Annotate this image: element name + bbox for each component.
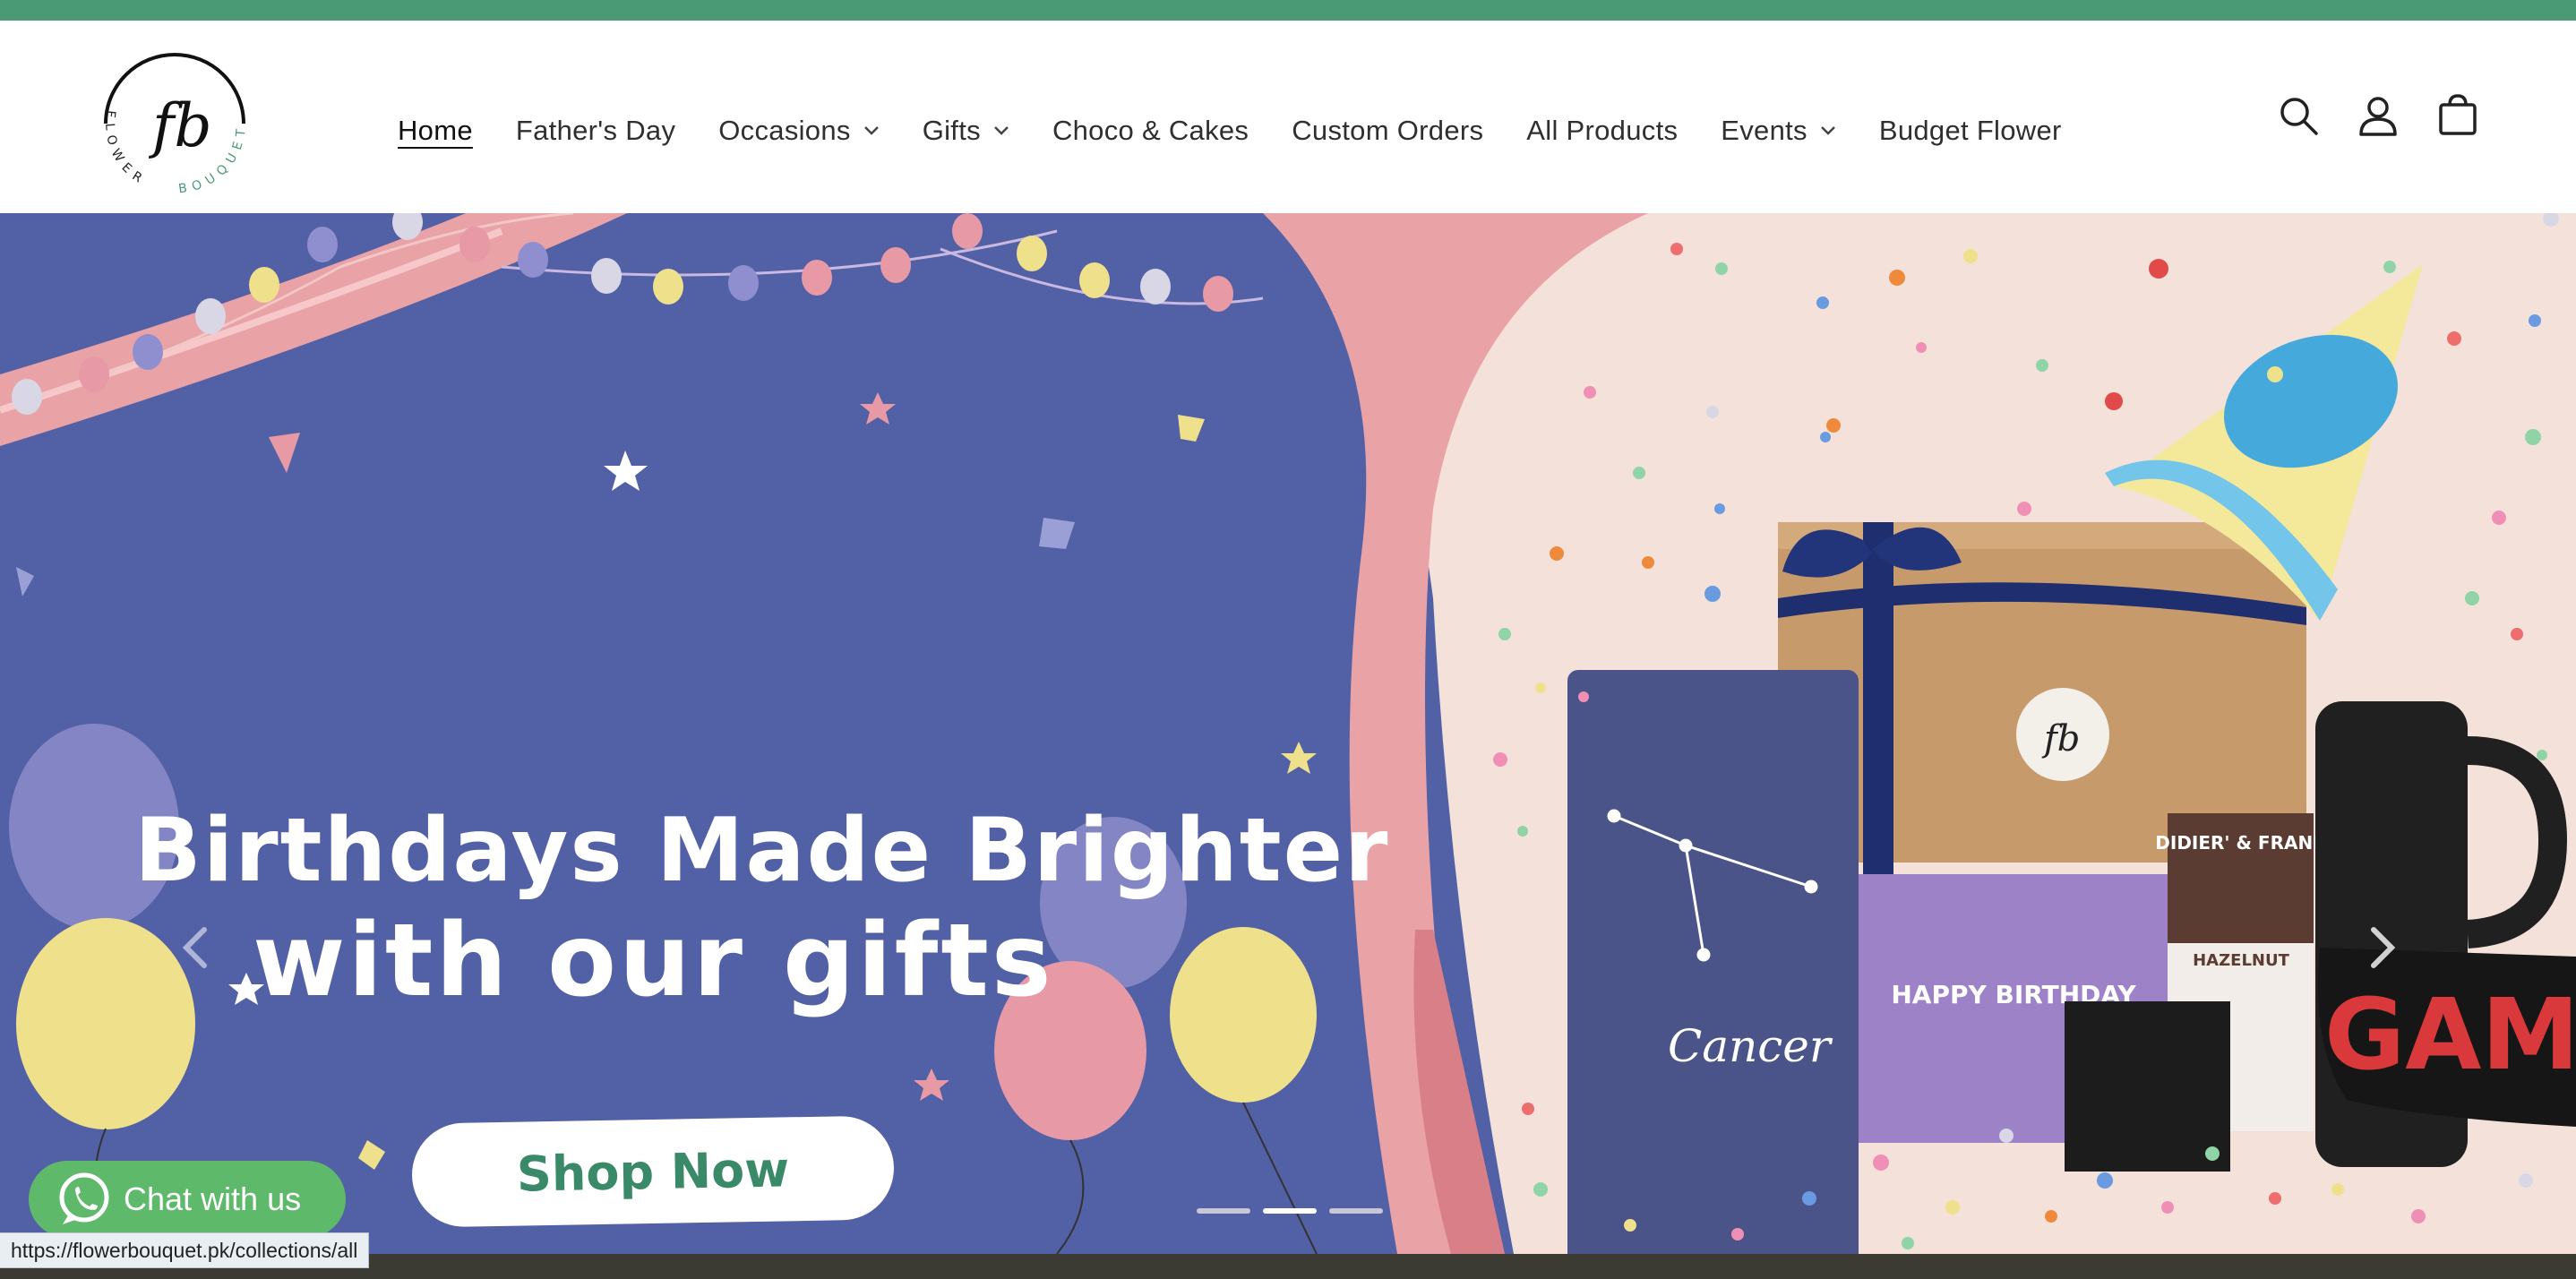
nav-label: Events xyxy=(1721,115,1807,146)
whatsapp-icon xyxy=(59,1172,109,1224)
socks-label: GAME xyxy=(2324,977,2576,1092)
nav-item-occasions[interactable]: Occasions xyxy=(718,115,879,147)
status-bar-url: https://flowerbouquet.pk/collections/all xyxy=(0,1232,370,1268)
search-icon[interactable] xyxy=(2277,94,2320,137)
announcement-bar xyxy=(0,0,2576,21)
choco-flavor: HAZELNUT xyxy=(2193,951,2289,970)
svg-text:FLOWER: FLOWER xyxy=(102,109,150,189)
nav-label: All Products xyxy=(1526,115,1679,146)
chevron-down-icon xyxy=(994,126,1009,135)
nav-label: Occasions xyxy=(718,115,851,146)
shop-now-button[interactable]: Shop Now xyxy=(411,1115,895,1228)
nav-item-budget-flower[interactable]: Budget Flower xyxy=(1879,115,2062,147)
chat-with-us-button[interactable]: Chat with us xyxy=(29,1161,346,1238)
logo-text-flower: FLOWER xyxy=(102,109,143,189)
account-icon[interactable] xyxy=(2357,94,2400,137)
logo-monogram: fb xyxy=(148,91,212,160)
nav-item-all-products[interactable]: All Products xyxy=(1526,115,1678,147)
slider-dot-2[interactable] xyxy=(1263,1208,1317,1214)
slider-dot-3[interactable] xyxy=(1329,1208,1383,1214)
nav-item-choco-cakes[interactable]: Choco & Cakes xyxy=(1052,115,1249,147)
cart-icon[interactable] xyxy=(2436,94,2479,137)
nav-label: Choco & Cakes xyxy=(1052,115,1249,146)
hero-headline-line1: Birthdays Made Brighter xyxy=(134,800,1390,902)
chevron-down-icon xyxy=(863,126,879,135)
hero-artwork: fb Cancer HAPPY BIRTHDAY DIDIER' & FRANK… xyxy=(0,213,2576,1254)
nav-item-home[interactable]: Home xyxy=(398,115,473,147)
notebook-label: Cancer xyxy=(1668,1020,1833,1072)
nav-label: Budget Flower xyxy=(1878,115,2062,146)
nav-item-events[interactable]: Events xyxy=(1721,115,1836,147)
main-nav: Home Father's Day Occasions Gifts Choco … xyxy=(398,115,2105,147)
box-monogram: fb xyxy=(2041,718,2080,760)
nav-item-gifts[interactable]: Gifts xyxy=(923,115,1009,147)
nav-label: Father's Day xyxy=(515,115,676,146)
choco-brand: DIDIER' & FRANK xyxy=(2155,832,2328,854)
next-section-preview xyxy=(0,1254,2576,1279)
nav-item-fathers-day[interactable]: Father's Day xyxy=(516,115,675,147)
slider-prev-arrow-icon[interactable] xyxy=(177,925,213,970)
chat-label: Chat with us xyxy=(124,1180,302,1217)
site-logo[interactable]: fb FLOWER BOUQUET xyxy=(90,39,260,209)
site-header: fb FLOWER BOUQUET Home Father's Day Occa… xyxy=(0,21,2576,213)
slider-next-arrow-icon[interactable] xyxy=(2365,925,2400,970)
nav-item-custom-orders[interactable]: Custom Orders xyxy=(1292,115,1483,147)
nav-label: Gifts xyxy=(922,115,981,146)
nav-label: Home xyxy=(398,115,473,146)
nav-label: Custom Orders xyxy=(1292,115,1484,146)
hero-banner: fb Cancer HAPPY BIRTHDAY DIDIER' & FRANK… xyxy=(0,213,2576,1254)
slider-dot-1[interactable] xyxy=(1197,1208,1250,1214)
slider-dots xyxy=(1197,1208,1383,1214)
hero-headline-line2: with our gifts xyxy=(253,903,1054,1019)
chevron-down-icon xyxy=(1820,126,1835,135)
